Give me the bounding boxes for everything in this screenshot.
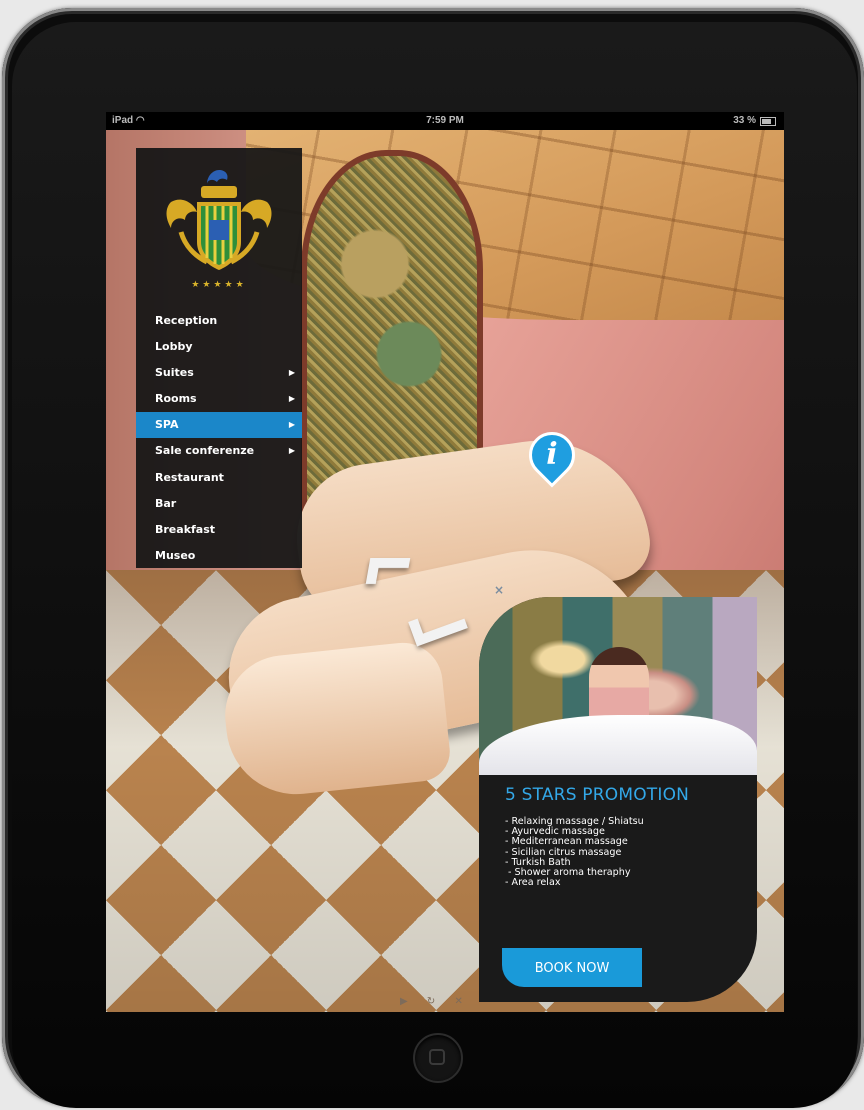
- rating-stars: ★★★★★: [191, 280, 247, 290]
- chevron-right-icon: ▶: [288, 368, 295, 378]
- chevron-right-icon: ▶: [288, 394, 295, 404]
- photo-lounger: [479, 715, 757, 775]
- hotel-crest-logo: [166, 170, 272, 270]
- battery-status: 33 %: [733, 112, 776, 130]
- menu-item-suites[interactable]: Suites ▶: [136, 360, 302, 386]
- chevron-right-icon: ▶: [288, 446, 295, 456]
- menu-item-label: Sale conferenze: [155, 444, 255, 458]
- menu-item-label: SPA: [155, 418, 179, 432]
- menu-item-reception[interactable]: Reception: [136, 308, 302, 334]
- spa-lounger-front: [219, 638, 453, 802]
- chevron-right-icon: ▶: [288, 420, 295, 430]
- menu-item-label: Reception: [155, 314, 218, 327]
- play-icon[interactable]: ▶: [400, 996, 416, 1007]
- promo-card: 5 STARS PROMOTION - Relaxing massage / S…: [479, 597, 757, 1002]
- screen: iPad ◠ 7:59 PM 33 % i ★★★★★ Reception Lo…: [106, 112, 784, 1012]
- menu-item-bar[interactable]: Bar: [136, 491, 302, 517]
- close-icon[interactable]: ×: [494, 583, 504, 597]
- menu-item-rooms[interactable]: Rooms ▶: [136, 386, 302, 412]
- battery-icon: [760, 116, 776, 126]
- menu-item-sale-conferenze[interactable]: Sale conferenze ▶: [136, 438, 302, 464]
- home-button[interactable]: [413, 1033, 463, 1083]
- book-now-button[interactable]: BOOK NOW: [502, 948, 642, 987]
- status-time: 7:59 PM: [426, 115, 464, 126]
- menu-item-label: Rooms: [155, 392, 197, 406]
- promo-list: - Relaxing massage / Shiatsu - Ayurvedic …: [505, 816, 644, 889]
- menu-item-breakfast[interactable]: Breakfast: [136, 517, 302, 543]
- menu-item-label: Suites: [155, 366, 194, 380]
- menu-item-spa[interactable]: SPA ▶: [136, 412, 302, 439]
- navigation-arrow-icon[interactable]: [365, 558, 411, 584]
- close-icon[interactable]: ✕: [454, 996, 470, 1007]
- promo-photo: [479, 597, 757, 775]
- menu-item-label: Lobby: [155, 340, 193, 354]
- side-menu: ★★★★★ Reception Lobby Suites ▶ Rooms ▶ SPA ▶ Sal…: [136, 148, 302, 568]
- menu-item-museo[interactable]: Museo: [136, 543, 302, 569]
- status-bar: iPad ◠ 7:59 PM 33 %: [106, 112, 784, 130]
- menu-item-label: Restaurant: [155, 470, 224, 484]
- menu-item-label: Museo: [155, 548, 196, 562]
- home-button-icon: [429, 1049, 445, 1065]
- menu-list: Reception Lobby Suites ▶ Rooms ▶ SPA ▶ Sale conf…: [136, 308, 302, 569]
- menu-item-restaurant[interactable]: Restaurant: [136, 465, 302, 491]
- menu-item-label: Bar: [155, 496, 177, 510]
- promo-list-item: - Area relax: [505, 877, 561, 889]
- info-icon: i: [546, 437, 558, 472]
- player-controls: ▶ ↻ ✕: [400, 996, 471, 1007]
- menu-item-label: Breakfast: [155, 522, 216, 536]
- promo-title: 5 STARS PROMOTION: [505, 785, 690, 805]
- panorama-view[interactable]: i ★★★★★ Reception Lobby Suites ▶ Rooms ▶ SPA ▶ S…: [106, 130, 784, 1012]
- refresh-icon[interactable]: ↻: [427, 996, 443, 1007]
- menu-item-lobby[interactable]: Lobby: [136, 334, 302, 360]
